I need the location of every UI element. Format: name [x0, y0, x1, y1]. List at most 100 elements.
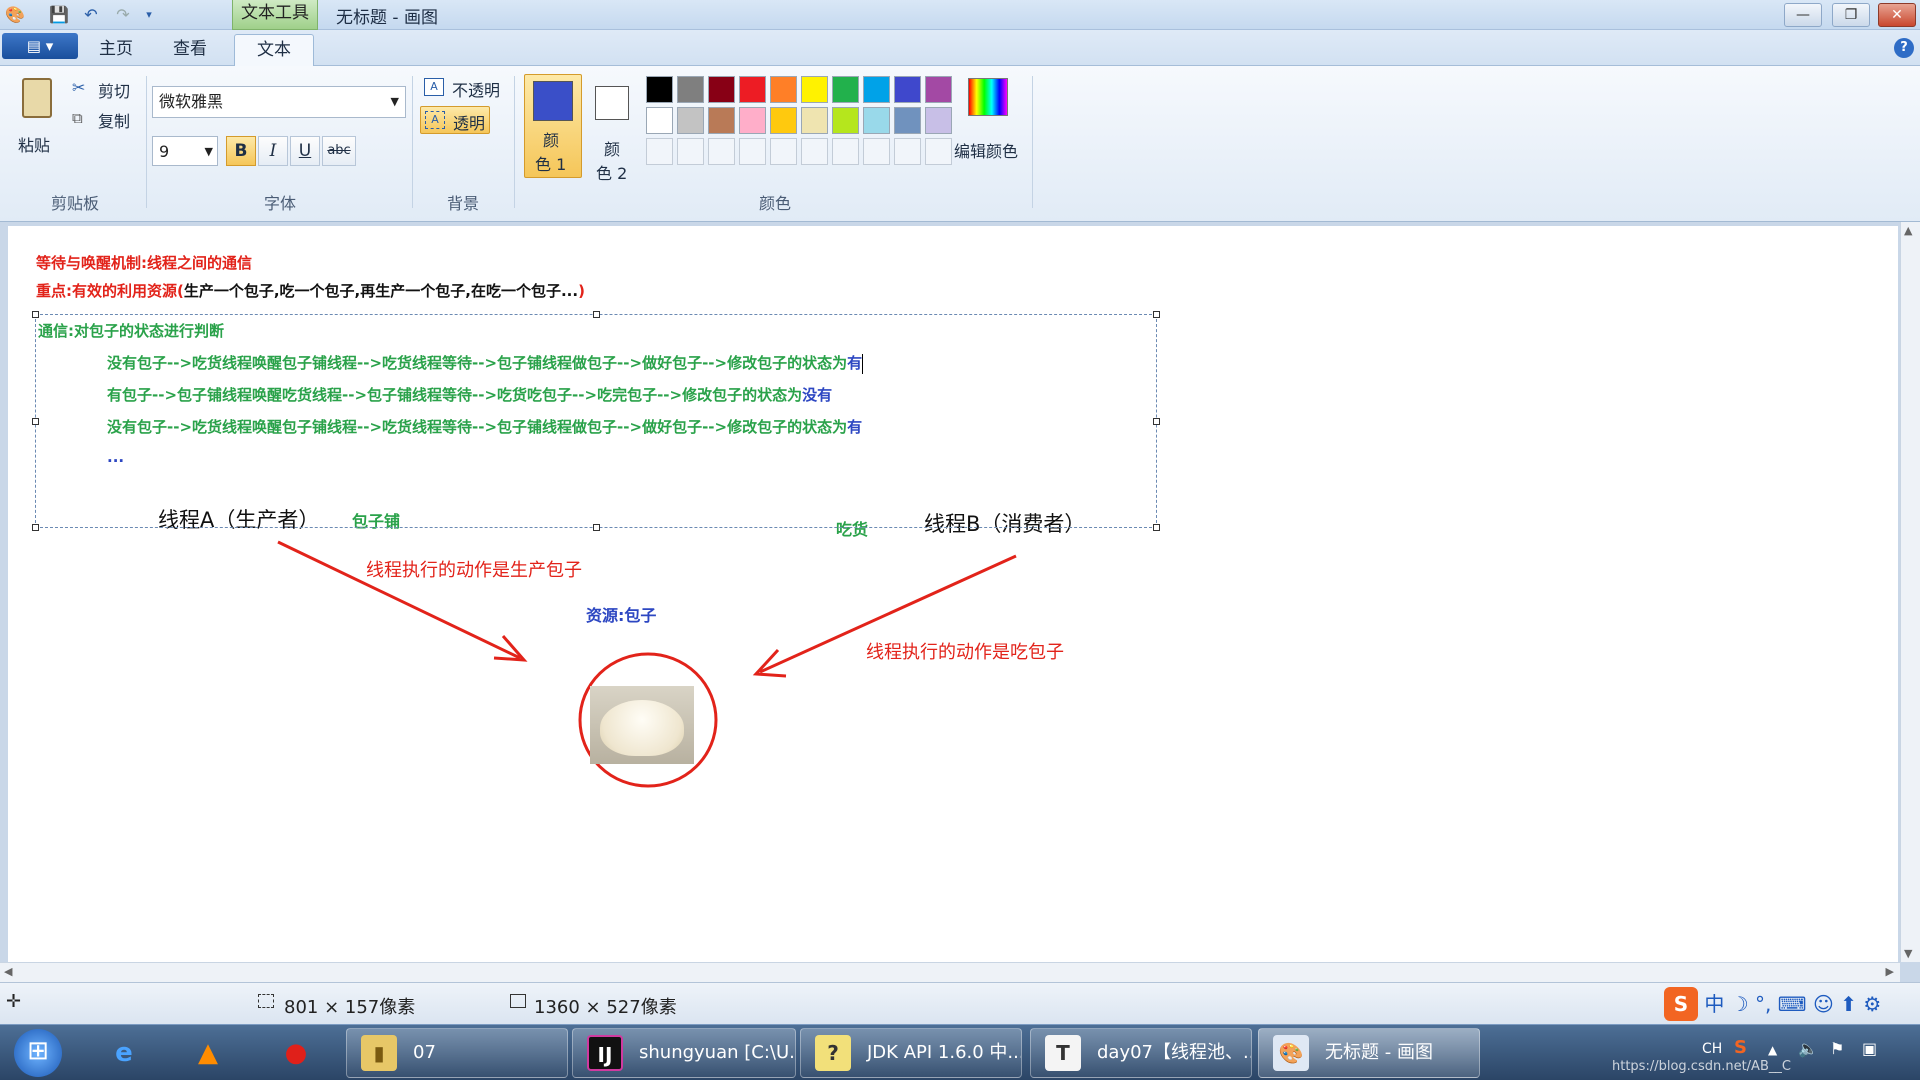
- ime-halfwidth-icon[interactable]: ☽: [1731, 992, 1749, 1016]
- network-icon[interactable]: ▣: [1862, 1039, 1877, 1058]
- tab-view[interactable]: 查看: [162, 34, 218, 66]
- show-hidden-icons[interactable]: ▲: [1768, 1043, 1777, 1057]
- palette-swatch-empty[interactable]: [708, 138, 735, 165]
- color1-button[interactable]: 颜 色 1: [524, 74, 582, 178]
- resize-handle-se[interactable]: [1153, 524, 1160, 531]
- palette-swatch[interactable]: [863, 76, 890, 103]
- underline-button[interactable]: U: [290, 136, 320, 166]
- palette-swatch-empty[interactable]: [677, 138, 704, 165]
- volume-icon[interactable]: 🔈: [1798, 1039, 1818, 1058]
- palette-swatch[interactable]: [770, 76, 797, 103]
- resize-handle-w[interactable]: [32, 418, 39, 425]
- color1-label-line1: 颜: [543, 131, 560, 150]
- horizontal-scrollbar[interactable]: ◀ ▶: [0, 962, 1900, 982]
- action-center-icon[interactable]: ⚑: [1830, 1039, 1844, 1058]
- close-button[interactable]: ✕: [1878, 3, 1916, 27]
- palette-swatch-empty[interactable]: [801, 138, 828, 165]
- record-icon[interactable]: ●: [274, 1031, 318, 1075]
- opaque-button[interactable]: A 不透明: [422, 76, 508, 102]
- vlc-icon[interactable]: ▲: [186, 1031, 230, 1075]
- palette-swatch[interactable]: [646, 76, 673, 103]
- taskbar-folder-07[interactable]: ▮ 07: [346, 1028, 568, 1078]
- ime-toolbar[interactable]: S 中 ☽ °, ⌨ ☺ ⬆ ⚙: [1664, 987, 1920, 1021]
- resize-handle-n[interactable]: [593, 311, 600, 318]
- color2-button[interactable]: 颜 色 2: [586, 74, 640, 183]
- copy-button[interactable]: ⧉ 复制: [72, 108, 142, 132]
- palette-swatch[interactable]: [863, 107, 890, 134]
- palette-swatch[interactable]: [894, 76, 921, 103]
- ime-keyboard-icon[interactable]: ⌨: [1778, 992, 1807, 1016]
- palette-swatch-empty[interactable]: [863, 138, 890, 165]
- customize-quick-access-icon[interactable]: ▾: [138, 4, 160, 26]
- palette-swatch[interactable]: [739, 76, 766, 103]
- redo-icon[interactable]: ↷: [112, 4, 134, 26]
- palette-swatch[interactable]: [801, 107, 828, 134]
- transparent-label: 透明: [453, 114, 486, 133]
- palette-swatch[interactable]: [925, 76, 952, 103]
- strikethrough-button[interactable]: abc: [322, 136, 356, 166]
- taskbar-jdk-api[interactable]: ? JDK API 1.6.0 中...: [800, 1028, 1022, 1078]
- transparent-button[interactable]: A 透明: [420, 106, 490, 134]
- scroll-left-icon[interactable]: ◀: [4, 965, 12, 978]
- tab-home[interactable]: 主页: [88, 34, 144, 66]
- italic-button[interactable]: I: [258, 136, 288, 166]
- resize-handle-nw[interactable]: [32, 311, 39, 318]
- palette-swatch-empty[interactable]: [894, 138, 921, 165]
- palette-swatch[interactable]: [832, 76, 859, 103]
- palette-swatch-empty[interactable]: [646, 138, 673, 165]
- taskbar-intellij[interactable]: IJ shungyuan [C:\U...: [572, 1028, 796, 1078]
- minimize-button[interactable]: —: [1784, 3, 1822, 27]
- ime-punct-icon[interactable]: °,: [1755, 992, 1771, 1016]
- palette-swatch[interactable]: [708, 76, 735, 103]
- language-indicator[interactable]: CH: [1702, 1041, 1722, 1057]
- palette-swatch[interactable]: [801, 76, 828, 103]
- text-selection-box[interactable]: [32, 311, 1160, 531]
- ime-user-icon[interactable]: ☺: [1813, 992, 1834, 1016]
- maximize-button[interactable]: ❐: [1832, 3, 1870, 27]
- font-family-select[interactable]: 微软雅黑 ▼: [152, 86, 406, 118]
- palette-swatch[interactable]: [739, 107, 766, 134]
- palette-swatch[interactable]: [708, 107, 735, 134]
- help-icon[interactable]: ?: [1894, 38, 1914, 58]
- resize-handle-ne[interactable]: [1153, 311, 1160, 318]
- palette-swatch[interactable]: [770, 107, 797, 134]
- save-icon[interactable]: 💾: [48, 4, 70, 26]
- ime-shirt-icon[interactable]: ⬆: [1840, 992, 1857, 1016]
- palette-swatch[interactable]: [925, 107, 952, 134]
- edit-colors-button[interactable]: 编辑颜色: [952, 76, 1024, 176]
- app-menu-button[interactable]: ▤ ▾: [2, 33, 78, 59]
- palette-swatch[interactable]: [677, 76, 704, 103]
- palette-swatch-empty[interactable]: [925, 138, 952, 165]
- scroll-up-icon[interactable]: ▲: [1904, 224, 1912, 237]
- scroll-down-icon[interactable]: ▼: [1904, 947, 1912, 960]
- ime-chinese-icon[interactable]: 中: [1704, 992, 1724, 1016]
- cut-button[interactable]: ✂ 剪切: [72, 78, 142, 102]
- taskbar-paint[interactable]: 🎨 无标题 - 画图: [1258, 1028, 1480, 1078]
- palette-swatch[interactable]: [646, 107, 673, 134]
- undo-icon[interactable]: ↶: [80, 4, 102, 26]
- paint-app-icon[interactable]: 🎨: [4, 4, 26, 26]
- resize-handle-e[interactable]: [1153, 418, 1160, 425]
- taskbar-typora[interactable]: T day07【线程池、...: [1030, 1028, 1252, 1078]
- palette-swatch-empty[interactable]: [770, 138, 797, 165]
- palette-swatch-empty[interactable]: [832, 138, 859, 165]
- bold-button[interactable]: B: [226, 136, 256, 166]
- action-consume-label: 线程执行的动作是吃包子: [866, 642, 1064, 663]
- sogou-icon[interactable]: S: [1664, 987, 1698, 1021]
- scroll-right-icon[interactable]: ▶: [1886, 965, 1894, 978]
- edit-colors-label: 编辑颜色: [954, 142, 1019, 161]
- start-button-icon[interactable]: ⊞: [14, 1029, 62, 1077]
- font-size-select[interactable]: 9 ▼: [152, 136, 218, 166]
- ime-settings-icon[interactable]: ⚙: [1863, 992, 1881, 1016]
- palette-swatch[interactable]: [677, 107, 704, 134]
- vertical-scrollbar[interactable]: ▲ ▼: [1900, 222, 1920, 962]
- sogou-tray-icon[interactable]: S: [1734, 1037, 1747, 1058]
- palette-swatch[interactable]: [832, 107, 859, 134]
- palette-swatch-empty[interactable]: [739, 138, 766, 165]
- tab-text[interactable]: 文本: [234, 34, 314, 66]
- paste-button[interactable]: 粘贴: [12, 76, 62, 166]
- resize-handle-sw[interactable]: [32, 524, 39, 531]
- resize-handle-s[interactable]: [593, 524, 600, 531]
- palette-swatch[interactable]: [894, 107, 921, 134]
- internet-explorer-icon[interactable]: e: [102, 1031, 146, 1075]
